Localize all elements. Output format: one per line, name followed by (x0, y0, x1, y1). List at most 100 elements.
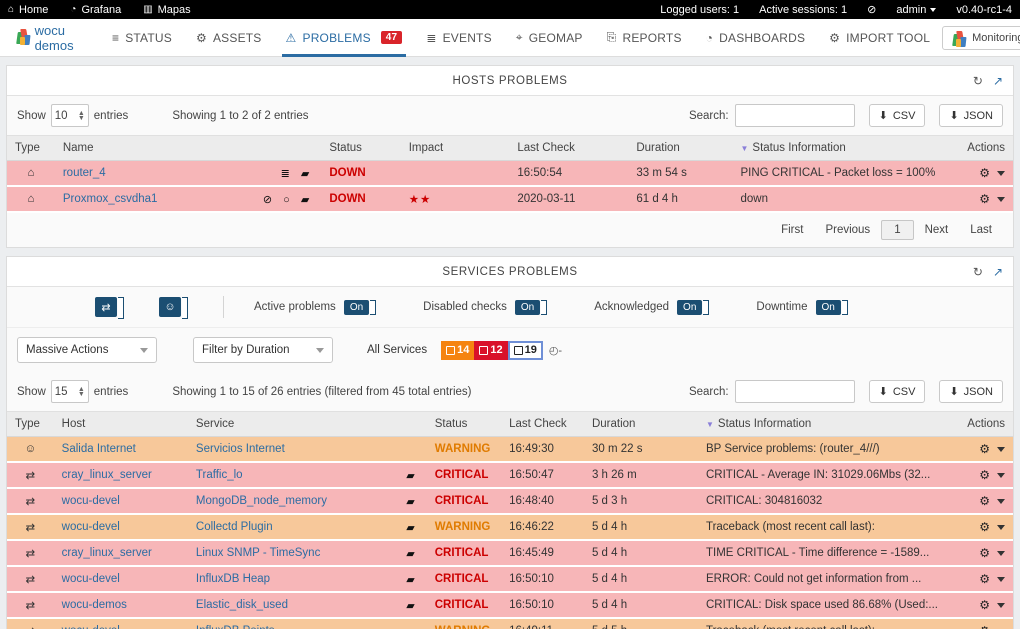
hosts-col-status-information[interactable]: ▼ Status Information (732, 135, 944, 161)
toggle-active-problems[interactable]: Active problems On (254, 299, 377, 315)
chart-icon[interactable]: ▰ (406, 625, 418, 629)
hosts-search-input[interactable] (734, 104, 855, 127)
unknown-count-badge[interactable]: 19 (507, 340, 543, 360)
service-host-link[interactable]: wocu-devel (62, 495, 120, 507)
nav-item-import-tool[interactable]: ⚙ IMPORT TOOL (817, 19, 942, 57)
host-name-link[interactable]: Proxmox_csvdha1 (63, 193, 158, 205)
nav-item-assets[interactable]: ⚙ ASSETS (184, 19, 274, 57)
services-entries-input[interactable]: 15 ▲ ▼ (50, 380, 89, 403)
service-name-link[interactable]: MongoDB_node_memory (196, 495, 327, 507)
block-icon[interactable]: ⊘ (867, 3, 876, 16)
nav-item-problems[interactable]: ⚠ PROBLEMS 47 (274, 19, 415, 57)
expand-icon[interactable]: ↗ (993, 266, 1003, 278)
chevron-down-icon[interactable] (997, 576, 1005, 582)
topbar-item-mapas[interactable]: ▥ Mapas (143, 4, 190, 16)
chevron-down-icon[interactable] (997, 196, 1005, 202)
brand[interactable]: wocu demos (10, 23, 80, 53)
nav-item-status[interactable]: ≡ STATUS (100, 19, 184, 57)
chart-icon[interactable]: ▰ (406, 599, 418, 612)
topbar-item-grafana[interactable]: ◔ Grafana (70, 4, 121, 16)
chart-icon[interactable]: ▰ (406, 521, 418, 534)
service-name-link[interactable]: Linux SNMP - TimeSync (196, 547, 320, 559)
nav-item-events[interactable]: ≣ EVENTS (414, 19, 503, 57)
services-col-host[interactable]: Host (53, 411, 188, 437)
chart-icon[interactable]: ▰ (406, 573, 418, 586)
table-row[interactable]: ⌂ router_4 ≣ ▰ DOWN 16:50:54 33 m 54 s P… (7, 160, 1013, 187)
nav-item-dashboards[interactable]: ◔ DASHBOARDS (694, 19, 817, 57)
table-row[interactable]: ⇄ wocu-demos Elastic_disk_used ▰ CRITICAL 16:… (7, 592, 1013, 619)
service-name-link[interactable]: Collectd Plugin (196, 521, 273, 533)
table-row[interactable]: ⌂ Proxmox_csvdha1 ⊘ ○ ▰ DOWN ★★ 2020-03-… (7, 186, 1013, 213)
massive-actions-select[interactable]: Massive Actions (17, 337, 157, 363)
services-col-duration[interactable]: Duration (583, 411, 698, 437)
chevron-down-icon[interactable] (997, 602, 1005, 608)
toggle-downtime-state[interactable]: On (815, 299, 849, 315)
toggle-disabled-checks[interactable]: Disabled checks On (423, 299, 548, 315)
pagination-first[interactable]: First (770, 221, 814, 239)
gear-icon[interactable]: ⚙ (979, 572, 990, 586)
gear-icon[interactable]: ⚙ (979, 598, 990, 612)
nav-item-reports[interactable]: ⎘ REPORTS (595, 19, 694, 57)
chevron-down-icon[interactable] (997, 472, 1005, 478)
chevron-down-icon[interactable] (997, 446, 1005, 452)
pagination-last[interactable]: Last (959, 221, 1003, 239)
services-col-last-check[interactable]: Last Check (501, 411, 584, 437)
chevron-down-icon[interactable] (997, 524, 1005, 530)
gear-icon[interactable]: ⚙ (979, 442, 990, 456)
chevron-down-icon[interactable] (997, 498, 1005, 504)
service-name-link[interactable]: Servicios Internet (196, 443, 285, 455)
chevron-down-icon[interactable] (997, 170, 1005, 176)
critical-count-badge[interactable]: 12 (474, 340, 508, 360)
services-json-button[interactable]: ⬇ JSON (939, 380, 1003, 403)
gear-icon[interactable]: ⚙ (979, 192, 990, 206)
table-row[interactable]: ⇄ wocu-devel Collectd Plugin ▰ WARNING 16:46:… (7, 514, 1013, 541)
table-row[interactable]: ⇄ wocu-devel InfluxDB Points ▰ WARNING16:49:… (7, 618, 1013, 629)
service-name-link[interactable]: InfluxDB Points (196, 625, 275, 629)
monitoring-button[interactable]: Monitoring (942, 25, 1020, 50)
table-row[interactable]: ⇄ cray_linux_server Traffic_lo ▰ CRITICAL 16:… (7, 462, 1013, 489)
pagination-page-1[interactable]: 1 (881, 220, 914, 240)
refresh-icon[interactable]: ↻ (973, 75, 983, 87)
transfer-toggle-button[interactable]: ⇄ (95, 297, 124, 319)
service-host-link[interactable]: wocu-devel (62, 521, 120, 533)
service-name-link[interactable]: Traffic_lo (196, 469, 243, 481)
service-host-link[interactable]: cray_linux_server (62, 547, 152, 559)
chart-icon[interactable]: ▰ (406, 495, 418, 508)
toggle-downtime[interactable]: Downtime On (756, 299, 849, 315)
gear-icon[interactable]: ⚙ (979, 624, 990, 629)
topbar-item-home[interactable]: ⌂ Home (8, 4, 48, 16)
toggle-disabled-checks-state[interactable]: On (514, 299, 548, 315)
services-col-status[interactable]: Status (426, 411, 502, 437)
service-host-link[interactable]: Salida Internet (62, 443, 136, 455)
hosts-col-status[interactable]: Status (321, 135, 401, 161)
services-col-status-information[interactable]: ▼ Status Information (697, 411, 946, 437)
hosts-col-duration[interactable]: Duration (628, 135, 733, 161)
service-name-link[interactable]: Elastic_disk_used (196, 599, 288, 611)
chart-icon[interactable]: ▰ (406, 547, 418, 560)
pagination-next[interactable]: Next (914, 221, 960, 239)
hosts-col-last-check[interactable]: Last Check (509, 135, 629, 161)
refresh-icon[interactable]: ↻ (973, 266, 983, 278)
services-csv-button[interactable]: ⬇ CSV (868, 380, 926, 403)
table-row[interactable]: ⇄ wocu-devel MongoDB_node_memory ▰ CRITICAL 1… (7, 488, 1013, 515)
chevron-down-icon[interactable] (997, 550, 1005, 556)
chart-icon[interactable]: ▰ (406, 469, 418, 482)
gear-icon[interactable]: ⚙ (979, 546, 990, 560)
services-search-input[interactable] (734, 380, 855, 403)
hosts-col-type[interactable]: Type (7, 135, 55, 161)
hosts-col-name[interactable]: Name (54, 135, 322, 161)
services-col-service[interactable]: Service (187, 411, 427, 437)
service-host-link[interactable]: wocu-devel (62, 573, 120, 585)
gear-icon[interactable]: ⚙ (979, 494, 990, 508)
service-name-link[interactable]: InfluxDB Heap (196, 573, 270, 585)
user-menu[interactable]: admin (896, 4, 937, 16)
toggle-acknowledged[interactable]: Acknowledged On (594, 299, 710, 315)
pagination-previous[interactable]: Previous (814, 221, 881, 239)
warning-count-badge[interactable]: 14 (441, 340, 475, 360)
table-row[interactable]: ⇄ cray_linux_server Linux SNMP - TimeSync ▰… (7, 540, 1013, 567)
gear-icon[interactable]: ⚙ (979, 166, 990, 180)
services-col-type[interactable]: Type (7, 411, 54, 437)
bp-service-toggle-button[interactable]: ☺ (159, 297, 188, 319)
filter-by-duration-select[interactable]: Filter by Duration (193, 337, 333, 363)
service-host-link[interactable]: wocu-devel (62, 625, 120, 629)
